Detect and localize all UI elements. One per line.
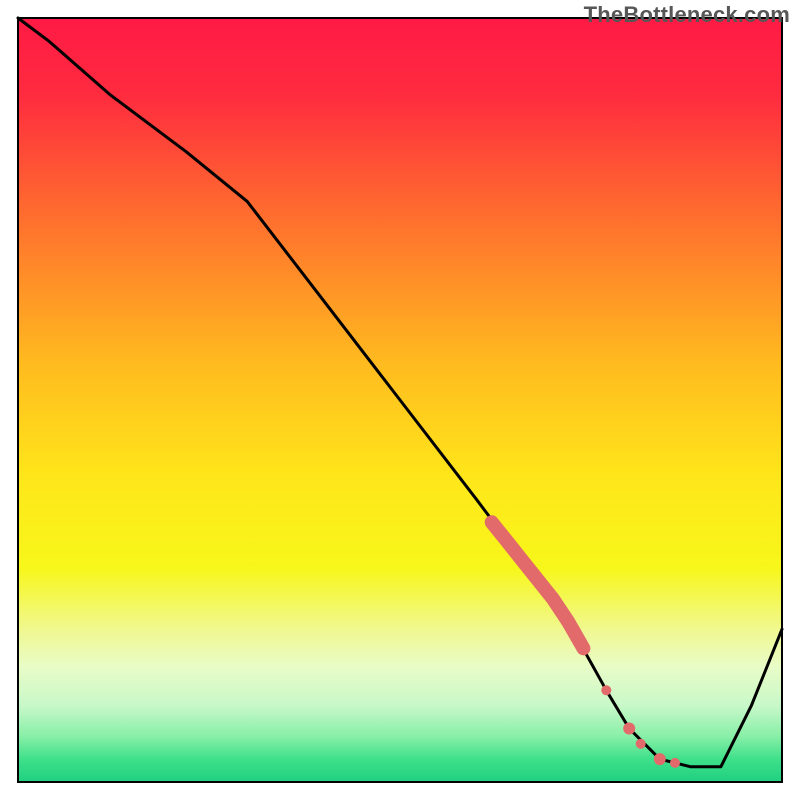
highlight-dot [670, 758, 680, 768]
highlight-dot [654, 753, 666, 765]
chart-container: TheBottleneck.com [0, 0, 800, 800]
highlight-dot [636, 739, 646, 749]
highlight-dot [601, 685, 611, 695]
watermark-text: TheBottleneck.com [584, 2, 790, 28]
highlight-dot [623, 723, 635, 735]
plot-area [18, 18, 782, 782]
bottleneck-chart [0, 0, 800, 800]
